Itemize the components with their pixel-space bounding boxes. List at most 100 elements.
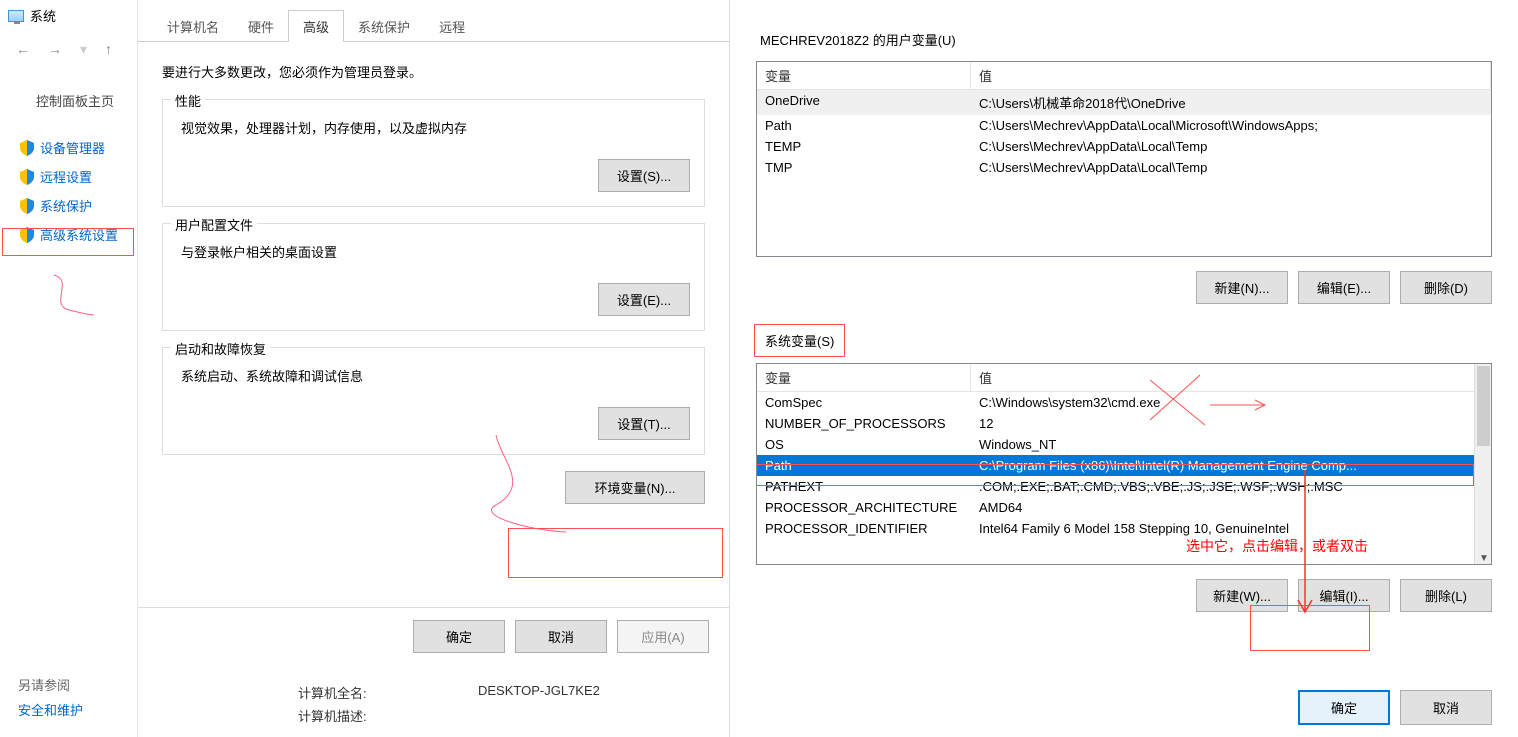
table-row[interactable]: TMPC:\Users\Mechrev\AppData\Local\Temp (757, 157, 1491, 178)
sidebar-item-remote[interactable]: 远程设置 (0, 162, 137, 191)
user-vars-list[interactable]: 变量 值 OneDriveC:\Users\机械革命2018代\OneDrive… (756, 61, 1492, 257)
scrollbar[interactable]: ▲ ▼ (1474, 364, 1491, 564)
group-legend: 用户配置文件 (171, 215, 257, 234)
shield-icon (20, 169, 34, 185)
env-variables-dialog: MECHREV2018Z2 的用户变量(U) 变量 值 OneDriveC:\U… (730, 0, 1518, 737)
new-sys-var-button[interactable]: 新建(W)... (1196, 579, 1288, 612)
annotation-squiggle (44, 270, 104, 330)
var-value: C:\Windows\system32\cmd.exe (971, 392, 1491, 413)
settings-button-startup[interactable]: 设置(T)... (598, 407, 690, 440)
table-row[interactable]: ComSpecC:\Windows\system32\cmd.exe (757, 392, 1491, 413)
shield-icon (20, 227, 34, 243)
var-value: AMD64 (971, 497, 1491, 518)
system-info: 另请参阅 安全和维护 计算机全名: DESKTOP-JGL7KE2 计算机描述: (138, 671, 729, 737)
sidebar-item-label: 设备管理器 (40, 138, 105, 157)
apply-button: 应用(A) (617, 620, 709, 653)
desc-label: 计算机描述: (298, 706, 478, 725)
var-name: Path (757, 455, 971, 476)
group-legend: 启动和故障恢复 (171, 339, 270, 358)
sidebar-item-device-manager[interactable]: 设备管理器 (0, 133, 137, 162)
group-desc: 系统启动、系统故障和调试信息 (181, 366, 690, 385)
tab-strip: 计算机名 硬件 高级 系统保护 远程 (152, 10, 729, 42)
var-value: C:\Users\Mechrev\AppData\Local\Microsoft… (971, 115, 1491, 136)
shield-icon (20, 140, 34, 156)
tab-computer-name[interactable]: 计算机名 (152, 10, 234, 42)
var-name: TMP (757, 157, 971, 178)
nav-back-icon[interactable]: ← (16, 41, 30, 58)
table-row[interactable]: PROCESSOR_IDENTIFIERIntel64 Family 6 Mod… (757, 518, 1491, 539)
edit-user-var-button[interactable]: 编辑(E)... (1298, 271, 1390, 304)
scroll-down-icon[interactable]: ▼ (1479, 553, 1488, 562)
new-user-var-button[interactable]: 新建(N)... (1196, 271, 1288, 304)
table-row[interactable]: OSWindows_NT (757, 434, 1491, 455)
ok-button[interactable]: 确定 (413, 620, 505, 653)
var-name: OneDrive (757, 90, 971, 115)
column-header-var[interactable]: 变量 (757, 364, 971, 391)
cancel-button[interactable]: 取消 (1400, 690, 1492, 725)
nav-up-icon[interactable]: ↑ (105, 41, 112, 58)
var-value: Intel64 Family 6 Model 158 Stepping 10, … (971, 518, 1491, 539)
sidebar-home[interactable]: 控制面板主页 (0, 86, 137, 115)
sidebar-item-advanced[interactable]: 高级系统设置 (0, 220, 137, 249)
group-performance: 性能 视觉效果，处理器计划，内存使用，以及虚拟内存 设置(S)... (162, 99, 705, 207)
tab-remote[interactable]: 远程 (424, 10, 480, 42)
tab-advanced[interactable]: 高级 (288, 10, 344, 42)
fullname-label: 计算机全名: (298, 683, 478, 702)
sidebar-item-protection[interactable]: 系统保护 (0, 191, 137, 220)
column-header-val[interactable]: 值 (971, 62, 1491, 89)
settings-button-profile[interactable]: 设置(E)... (598, 283, 690, 316)
var-value: .COM;.EXE;.BAT;.CMD;.VBS;.VBE;.JS;.JSE;.… (971, 476, 1491, 497)
var-name: OS (757, 434, 971, 455)
sidebar-item-label: 高级系统设置 (40, 225, 118, 244)
group-desc: 视觉效果，处理器计划，内存使用，以及虚拟内存 (181, 118, 690, 137)
env-variables-button[interactable]: 环境变量(N)... (565, 471, 705, 504)
group-user-profile: 用户配置文件 与登录帐户相关的桌面设置 设置(E)... (162, 223, 705, 331)
system-icon (8, 10, 24, 22)
table-row[interactable]: PROCESSOR_ARCHITECTUREAMD64 (757, 497, 1491, 518)
var-value: C:\Users\Mechrev\AppData\Local\Temp (971, 157, 1491, 178)
dialog-footer: 确定 取消 应用(A) (138, 607, 729, 665)
sidebar-item-label: 远程设置 (40, 167, 92, 186)
seealso-link[interactable]: 安全和维护 (18, 700, 128, 719)
settings-button-performance[interactable]: 设置(S)... (598, 159, 690, 192)
admin-note: 要进行大多数更改，您必须作为管理员登录。 (162, 62, 705, 81)
ok-button[interactable]: 确定 (1298, 690, 1390, 725)
table-row[interactable]: PathC:\Program Files (x86)\Intel\Intel(R… (757, 455, 1491, 476)
table-row[interactable]: NUMBER_OF_PROCESSORS12 (757, 413, 1491, 434)
sidebar-item-label: 系统保护 (40, 196, 92, 215)
var-name: ComSpec (757, 392, 971, 413)
fullname-value: DESKTOP-JGL7KE2 (478, 683, 600, 702)
scroll-thumb[interactable] (1477, 366, 1490, 446)
var-name: Path (757, 115, 971, 136)
var-value: C:\Program Files (x86)\Intel\Intel(R) Ma… (971, 455, 1491, 476)
tab-protection[interactable]: 系统保护 (343, 10, 425, 42)
column-header-val[interactable]: 值 (971, 364, 1491, 391)
edit-sys-var-button[interactable]: 编辑(I)... (1298, 579, 1390, 612)
cancel-button[interactable]: 取消 (515, 620, 607, 653)
column-header-var[interactable]: 变量 (757, 62, 971, 89)
var-value: C:\Users\Mechrev\AppData\Local\Temp (971, 136, 1491, 157)
table-row[interactable]: OneDriveC:\Users\机械革命2018代\OneDrive (757, 90, 1491, 115)
var-name: PROCESSOR_ARCHITECTURE (757, 497, 971, 518)
delete-user-var-button[interactable]: 删除(D) (1400, 271, 1492, 304)
var-name: TEMP (757, 136, 971, 157)
tab-hardware[interactable]: 硬件 (233, 10, 289, 42)
system-vars-list[interactable]: 变量 值 ComSpecC:\Windows\system32\cmd.exeN… (756, 363, 1492, 565)
group-desc: 与登录帐户相关的桌面设置 (181, 242, 690, 261)
var-name: PROCESSOR_IDENTIFIER (757, 518, 971, 539)
table-row[interactable]: PathC:\Users\Mechrev\AppData\Local\Micro… (757, 115, 1491, 136)
table-row[interactable]: PATHEXT.COM;.EXE;.BAT;.CMD;.VBS;.VBE;.JS… (757, 476, 1491, 497)
user-vars-label: MECHREV2018Z2 的用户变量(U) (760, 30, 1518, 49)
seealso-header: 另请参阅 (18, 675, 128, 694)
var-value: C:\Users\机械革命2018代\OneDrive (971, 90, 1491, 115)
group-startup-recovery: 启动和故障恢复 系统启动、系统故障和调试信息 设置(T)... (162, 347, 705, 455)
delete-sys-var-button[interactable]: 删除(L) (1400, 579, 1492, 612)
page-title: 系统 (30, 6, 56, 25)
var-name: NUMBER_OF_PROCESSORS (757, 413, 971, 434)
system-vars-label: 系统变量(S) (754, 324, 845, 357)
nav-forward-icon[interactable]: → (48, 41, 62, 58)
table-row[interactable]: TEMPC:\Users\Mechrev\AppData\Local\Temp (757, 136, 1491, 157)
shield-icon (20, 198, 34, 214)
var-value: Windows_NT (971, 434, 1491, 455)
var-value: 12 (971, 413, 1491, 434)
